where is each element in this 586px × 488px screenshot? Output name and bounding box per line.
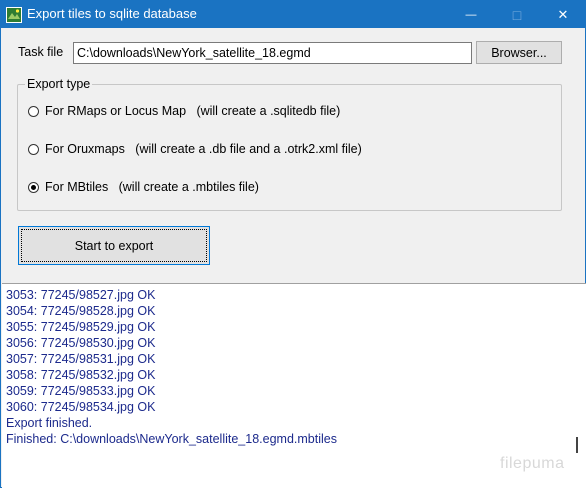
log-line: 3059: 77245/98533.jpg OK: [6, 384, 156, 398]
globe-map-icon: [6, 7, 22, 23]
radio-button-selected[interactable]: [28, 181, 39, 193]
minimize-button[interactable]: —: [448, 1, 494, 28]
log-line: 3056: 77245/98530.jpg OK: [6, 336, 156, 350]
maximize-icon: □: [512, 6, 522, 23]
radio-label: For RMaps or Locus Map (will create a .s…: [45, 104, 341, 118]
radio-option-mbtiles[interactable]: For MBtiles (will create a .mbtiles file…: [28, 179, 259, 195]
log-line: 3053: 77245/98527.jpg OK: [6, 288, 156, 302]
task-file-input[interactable]: [73, 42, 472, 64]
radio-label: For MBtiles (will create a .mbtiles file…: [45, 180, 259, 194]
browse-button[interactable]: Browser...: [476, 41, 562, 64]
export-dialog-window: Export tiles to sqlite database — □ ✕ Ta…: [0, 0, 586, 488]
export-log[interactable]: 3053: 77245/98527.jpg OK 3054: 77245/985…: [2, 283, 586, 488]
window-title: Export tiles to sqlite database: [27, 6, 197, 21]
radio-button[interactable]: [28, 143, 39, 155]
task-file-label: Task file: [18, 45, 64, 59]
radio-label: For Oruxmaps (will create a .db file and…: [45, 142, 362, 156]
watermark: filepuma: [500, 455, 565, 472]
log-line: Export finished.: [6, 416, 93, 430]
close-icon: ✕: [557, 6, 569, 22]
log-line: Finished: C:\downloads\NewYork_satellite…: [6, 432, 337, 446]
log-lines: 3053: 77245/98527.jpg OK 3054: 77245/985…: [6, 287, 337, 447]
radio-option-rmaps[interactable]: For RMaps or Locus Map (will create a .s…: [28, 103, 340, 119]
radio-button[interactable]: [28, 105, 39, 117]
log-line: 3057: 77245/98531.jpg OK: [6, 352, 156, 366]
close-button[interactable]: ✕: [540, 1, 586, 28]
log-line: 3058: 77245/98532.jpg OK: [6, 368, 156, 382]
radio-option-oruxmaps[interactable]: For Oruxmaps (will create a .db file and…: [28, 141, 362, 157]
export-type-legend: Export type: [25, 77, 93, 91]
log-line: 3060: 77245/98534.jpg OK: [6, 400, 156, 414]
log-line: 3054: 77245/98528.jpg OK: [6, 304, 156, 318]
maximize-button[interactable]: □: [494, 1, 540, 28]
log-scrollbar-thumb[interactable]: [576, 437, 578, 453]
start-export-button[interactable]: Start to export: [18, 226, 210, 265]
minimize-icon: —: [465, 8, 477, 21]
log-line: 3055: 77245/98529.jpg OK: [6, 320, 156, 334]
title-bar[interactable]: Export tiles to sqlite database — □ ✕: [1, 1, 585, 28]
start-export-label: Start to export: [21, 229, 207, 262]
